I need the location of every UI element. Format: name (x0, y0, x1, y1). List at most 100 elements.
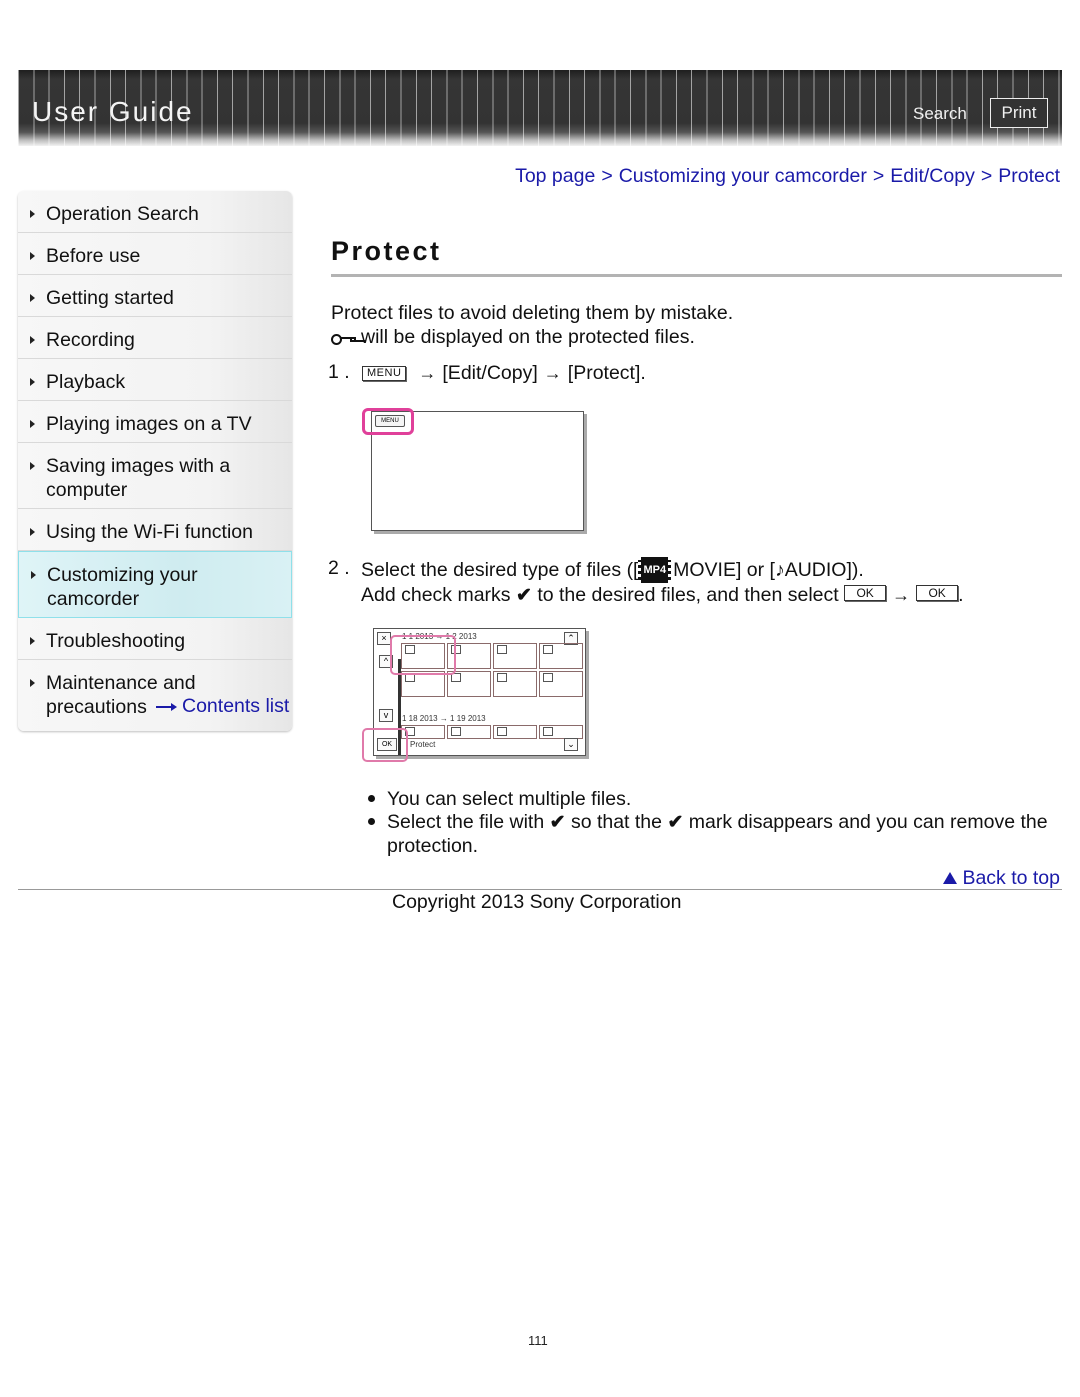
step-2-text-a: Select the desired type of files ([ (361, 559, 639, 581)
triangle-right-icon (30, 637, 35, 645)
sidebar-item-playback[interactable]: Playback (18, 359, 292, 401)
intro-line-2: will be displayed on the protected files… (361, 326, 695, 348)
step-2-number: 2 . (328, 557, 350, 579)
checkmark-icon: ✔ (515, 585, 532, 606)
mp4-movie-icon: MP4 (638, 557, 672, 583)
back-to-top-label: Back to top (962, 867, 1060, 889)
triangle-right-icon (30, 252, 35, 260)
file-cell (539, 671, 583, 697)
step-2-line-1: Select the desired type of files ([MP4 MO… (361, 557, 864, 583)
sidebar-item-customizing[interactable]: Customizing your camcorder (18, 551, 292, 618)
page-title: Protect (331, 236, 442, 266)
copyright: Copyright 2013 Sony Corporation (392, 891, 682, 913)
sidebar-item-label: Using the Wi-Fi function (46, 521, 253, 543)
file-cell (493, 643, 537, 669)
note-item: You can select multiple files. (387, 788, 632, 810)
app-title: User Guide (32, 96, 194, 127)
highlight-frame (362, 408, 414, 435)
step-1-part1: [Edit/Copy] (442, 362, 538, 384)
file-cell (447, 671, 491, 697)
page-number: 111 (528, 1333, 548, 1348)
footer-divider (18, 889, 1062, 890)
sidebar-item-getting-started[interactable]: Getting started (18, 275, 292, 317)
step-2-end: . (958, 584, 964, 606)
sidebar-item-label: Saving images with a computer (46, 455, 231, 501)
print-button[interactable]: Print (990, 98, 1048, 128)
breadcrumb-protect[interactable]: Protect (998, 165, 1060, 187)
sidebar-item-before-use[interactable]: Before use (18, 233, 292, 275)
triangle-right-icon (30, 210, 35, 218)
sidebar-item-playing-on-tv[interactable]: Playing images on a TV (18, 401, 292, 443)
step-1-part2: [Protect]. (567, 362, 646, 384)
note-item: Select the file with ✔ so that the ✔ mar… (387, 810, 1048, 835)
contents-list-link[interactable]: Contents list (156, 695, 289, 718)
file-cell (493, 725, 537, 739)
scroll-bottom-icon: ⌄ (564, 738, 578, 751)
step-2-text-e: to the desired files, and then select (537, 584, 839, 606)
bullet-icon (368, 818, 375, 825)
back-to-top-link[interactable]: Back to top (943, 867, 1060, 890)
sidebar-item-troubleshooting[interactable]: Troubleshooting (18, 618, 292, 660)
sidebar-item-label: Before use (46, 245, 141, 267)
note-text: Select the file with (387, 811, 545, 833)
highlight-frame (390, 635, 456, 675)
breadcrumb-separator: > (601, 165, 613, 187)
sidebar-nav: Operation Search Before use Getting star… (18, 191, 292, 731)
step-2-text-d: Add check marks (361, 584, 511, 606)
note-text: so that the (570, 811, 663, 833)
sidebar-item-label: Playback (46, 371, 126, 393)
sidebar-item-label: Operation Search (46, 203, 199, 225)
arrow-icon: → (892, 585, 911, 605)
arrow-right-icon (156, 702, 178, 712)
sidebar-item-label: Playing images on a TV (46, 413, 252, 435)
breadcrumb: Top page > Customizing your camcorder > Edit… (515, 165, 1060, 188)
step-2-text-c: AUDIO]). (784, 559, 864, 581)
triangle-right-icon (30, 679, 35, 687)
sidebar-item-label: Getting started (46, 287, 174, 309)
arrow-icon: → (418, 363, 437, 383)
triangle-right-icon (30, 462, 35, 470)
menu-button-icon: MENU (362, 366, 407, 381)
sidebar-item-saving-images[interactable]: Saving images with a computer (18, 443, 292, 509)
note-item-continued: protection. (387, 835, 479, 857)
protect-label: Protect (410, 740, 436, 749)
ok-button-icon: OK (844, 585, 887, 601)
title-divider (331, 274, 1062, 277)
sidebar-item-wifi[interactable]: Using the Wi-Fi function (18, 509, 292, 551)
bullet-icon (368, 795, 375, 802)
search-button[interactable]: Search (913, 104, 967, 124)
intro-text-2: will be displayed on the protected files… (331, 325, 695, 349)
step-2-text-b: MOVIE] or [ (673, 559, 775, 581)
sidebar-item-label: Troubleshooting (46, 630, 186, 652)
close-icon: × (377, 632, 391, 645)
triangle-right-icon (30, 336, 35, 344)
sidebar-item-recording[interactable]: Recording (18, 317, 292, 359)
triangle-up-icon (943, 872, 958, 884)
sidebar-item-operation-search[interactable]: Operation Search (18, 191, 292, 233)
breadcrumb-separator: > (872, 165, 885, 187)
sidebar-item-label: Customizing your camcorder (47, 564, 198, 610)
triangle-right-icon (30, 420, 35, 428)
breadcrumb-edit-copy[interactable]: Edit/Copy (890, 165, 975, 187)
step-1-text: MENU → [Edit/Copy] → [Protect]. (362, 361, 646, 385)
breadcrumb-top-page[interactable]: Top page (515, 165, 595, 187)
file-cell (539, 725, 583, 739)
date-range-bottom: 1 18 2013 → 1 19 2013 (402, 714, 486, 723)
triangle-right-icon (31, 571, 36, 579)
triangle-right-icon (30, 378, 35, 386)
protect-key-icon (331, 333, 357, 345)
file-cell (447, 725, 491, 739)
ok-button-icon: OK (916, 585, 959, 601)
triangle-right-icon (30, 294, 35, 302)
breadcrumb-customizing[interactable]: Customizing your camcorder (619, 165, 867, 187)
note-text: mark disappears and you can remove the (688, 811, 1048, 833)
arrow-icon: → (543, 363, 562, 383)
contents-list-label: Contents list (182, 695, 290, 717)
triangle-right-icon (30, 528, 35, 536)
checkmark-icon: ✔ (549, 812, 566, 833)
audio-note-icon: ♪ (774, 559, 785, 581)
file-cell (539, 643, 583, 669)
intro-text: Protect files to avoid deleting them by … (331, 302, 734, 324)
step-2-line-2: Add check marks ✔ to the desired files, … (361, 583, 964, 608)
sidebar-item-label: Recording (46, 329, 135, 351)
